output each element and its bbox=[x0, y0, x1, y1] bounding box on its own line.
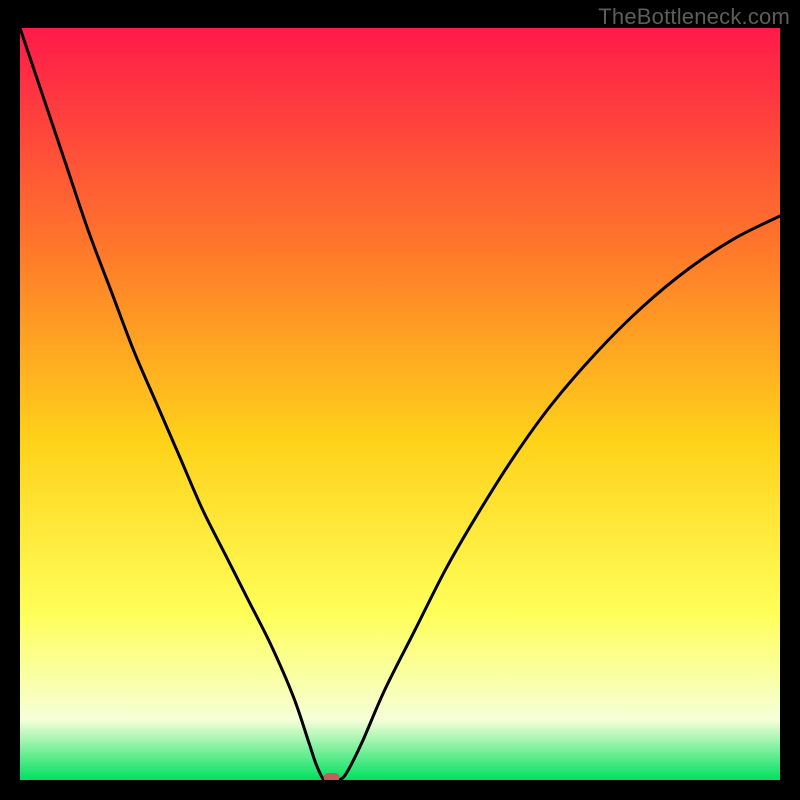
plot-area bbox=[20, 28, 780, 780]
watermark-text: TheBottleneck.com bbox=[598, 4, 790, 30]
optimal-point-marker bbox=[324, 773, 340, 780]
gradient-background bbox=[20, 28, 780, 780]
bottleneck-chart bbox=[20, 28, 780, 780]
chart-frame: TheBottleneck.com bbox=[0, 0, 800, 800]
